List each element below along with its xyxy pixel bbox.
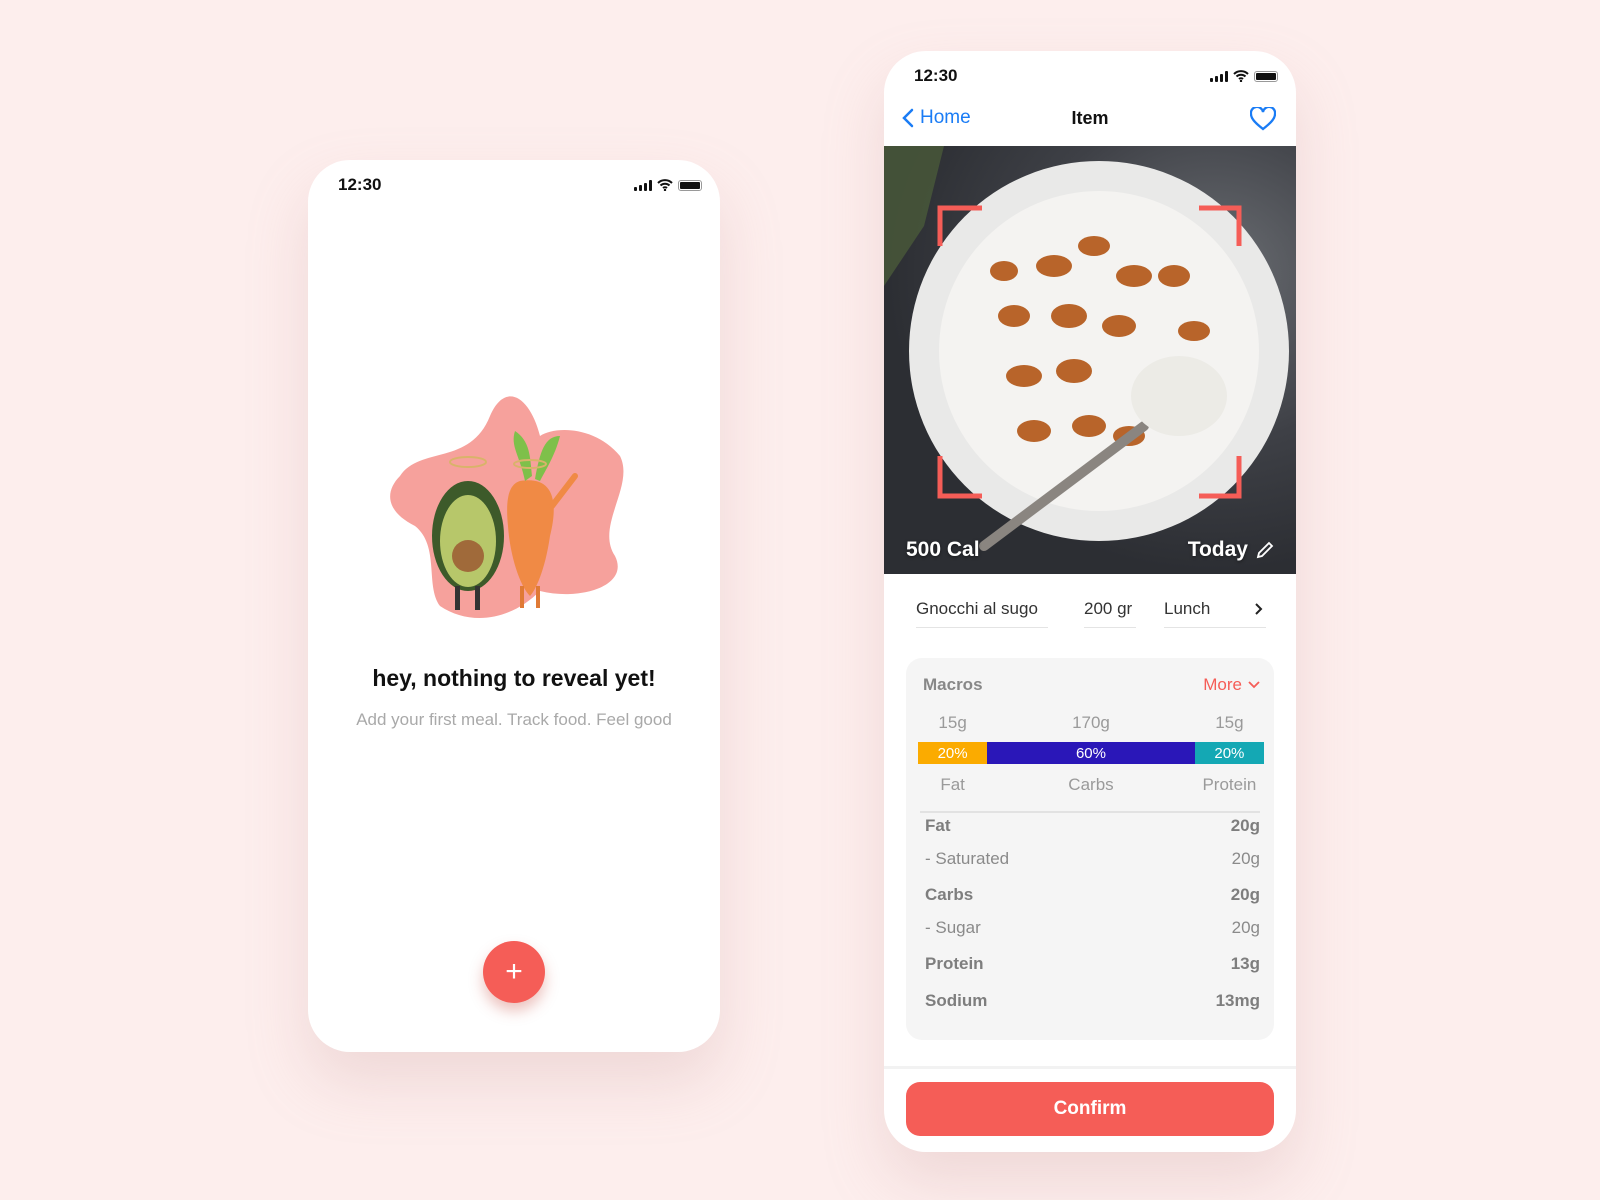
nutrient-label: Protein [925, 954, 984, 973]
signal-icon [1210, 70, 1228, 82]
confirm-button[interactable]: Confirm [906, 1082, 1274, 1136]
quantity-field[interactable]: 200 gr [1084, 597, 1136, 628]
macro-bar-segment: 20% [918, 742, 988, 764]
nutrient-value: 20g [1231, 918, 1260, 937]
macro-label: Fat [940, 775, 965, 794]
food-photo: 500 Cal Today [884, 146, 1296, 574]
nutrient-label: - Saturated [925, 849, 1010, 868]
divider [920, 811, 1260, 813]
nutrient-row: - Saturated 20g [925, 849, 1260, 869]
nutrient-row: - Sugar 20g [925, 918, 1260, 938]
macros-title: Macros [923, 675, 983, 694]
macro-bar-segment: 60% [987, 742, 1195, 764]
nav-bar: Home Item [884, 99, 1296, 137]
macro-grams-row: 15g 170g 15g [918, 713, 1264, 733]
more-button[interactable]: More [1203, 675, 1260, 695]
pencil-icon [1256, 541, 1274, 559]
meal-field[interactable]: Lunch [1164, 597, 1266, 628]
chevron-right-icon[interactable] [1254, 602, 1264, 616]
chevron-left-icon [902, 108, 914, 128]
back-button[interactable]: Home [902, 107, 971, 129]
date-edit[interactable]: Today [1188, 538, 1274, 562]
signal-icon [634, 179, 652, 191]
wifi-icon [1233, 70, 1249, 82]
nutrient-label: Carbs [925, 885, 974, 904]
page-title: Item [1071, 107, 1109, 128]
nutrient-label: Fat [925, 816, 951, 835]
calories-label: 500 Cal [906, 538, 980, 561]
chevron-down-icon [1248, 681, 1260, 689]
macro-bar-segment: 20% [1194, 742, 1264, 764]
status-time: 12:30 [914, 66, 958, 85]
status-bar: 12:30 [338, 174, 702, 196]
macro-labels-row: Fat Carbs Protein [918, 775, 1264, 795]
macro-label: Carbs [1068, 775, 1114, 794]
nutrient-value: 13g [1230, 954, 1260, 973]
status-bar: 12:30 [914, 65, 1278, 87]
macros-card: Macros More 15g 170g 15g 20% 60% 20% Fat Carb… [906, 658, 1274, 1040]
battery-icon [1254, 70, 1278, 82]
nutrient-value: 20g [1230, 816, 1260, 835]
macro-label: Protein [1202, 775, 1257, 794]
avocado-carrot-illustration [390, 396, 624, 618]
nutrient-row: Protein 13g [925, 954, 1260, 974]
add-meal-button[interactable]: + [483, 941, 545, 1003]
item-screen: 12:30 Home Item 500 Cal Today Gnocchi al… [884, 51, 1296, 1152]
food-details-row: Gnocchi al sugo 200 gr Lunch [916, 591, 1266, 633]
nutrient-value: 20g [1230, 885, 1260, 904]
wifi-icon [657, 179, 673, 191]
battery-icon [678, 179, 702, 191]
empty-state-title: hey, nothing to reveal yet! [372, 665, 656, 691]
date-label: Today [1187, 538, 1248, 561]
macro-grams: 15g [938, 713, 967, 732]
nutrient-label: - Sugar [925, 918, 981, 937]
macro-bar: 20% 60% 20% [918, 742, 1264, 764]
status-time: 12:30 [338, 175, 382, 194]
nutrient-row: Sodium 13mg [925, 991, 1260, 1011]
empty-state-screen: 12:30 hey, nothing to reveal yet! Add yo… [308, 160, 720, 1052]
divider [884, 1066, 1296, 1069]
food-name-field[interactable]: Gnocchi al sugo [916, 597, 1048, 628]
nutrient-value: 13mg [1215, 991, 1260, 1010]
back-label: Home [920, 107, 971, 128]
nutrient-value: 20g [1231, 849, 1260, 868]
nutrient-label: Sodium [925, 991, 988, 1010]
nutrient-row: Fat 20g [925, 816, 1260, 836]
food-photo-image [884, 146, 1289, 551]
more-label: More [1203, 675, 1242, 694]
empty-state-subtitle: Add your first meal. Track food. Feel go… [356, 710, 672, 729]
macro-grams: 15g [1215, 713, 1244, 732]
heart-icon[interactable] [1250, 107, 1276, 131]
macro-grams: 170g [1072, 713, 1110, 732]
nutrient-row: Carbs 20g [925, 885, 1260, 905]
